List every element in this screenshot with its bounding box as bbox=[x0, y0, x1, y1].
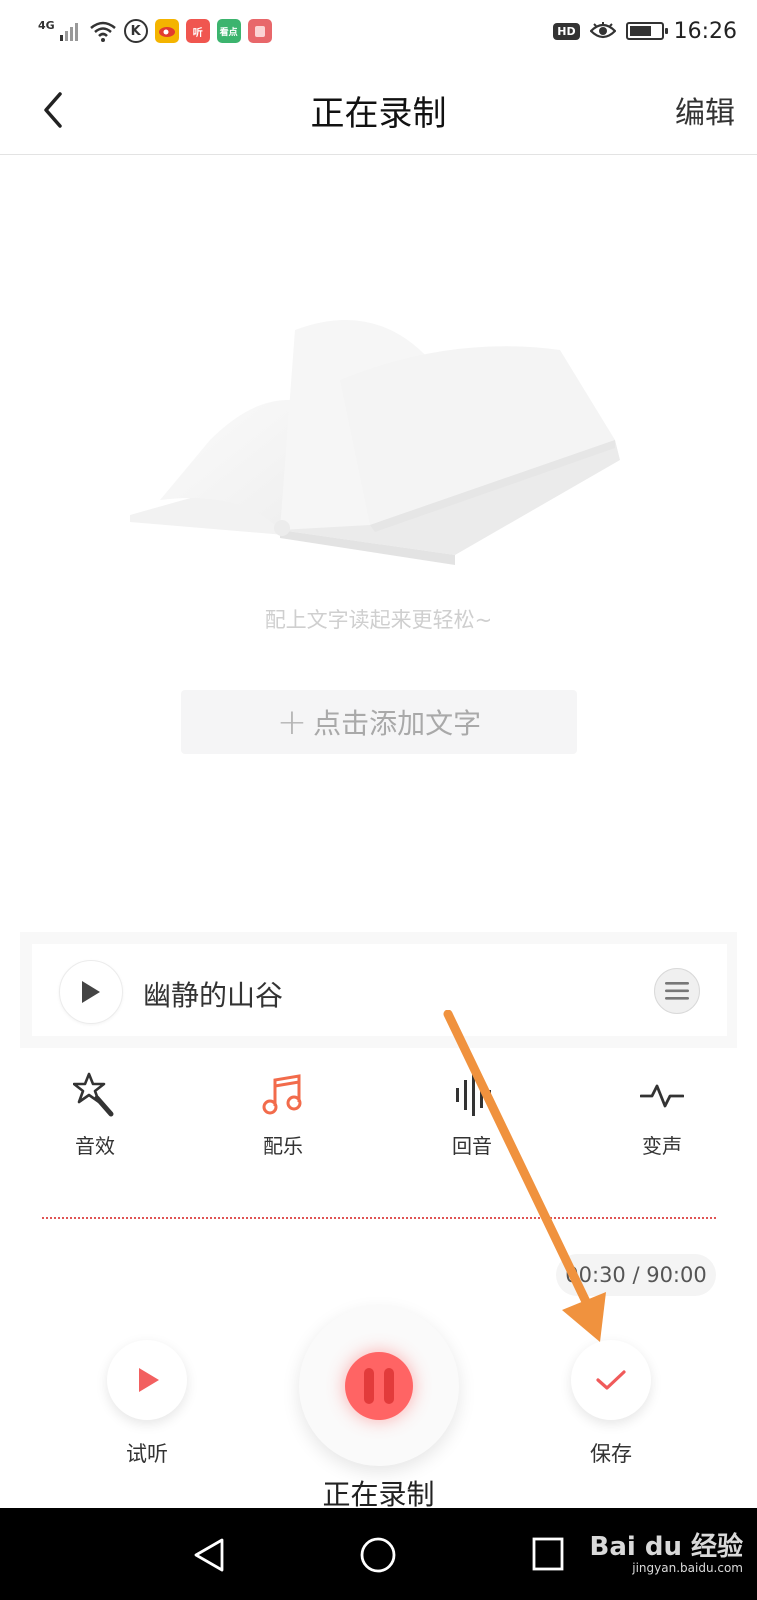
music-name: 幽静的山谷 bbox=[143, 979, 284, 1012]
music-menu-button[interactable] bbox=[654, 968, 700, 1014]
pause-bar-left bbox=[364, 1368, 374, 1404]
add-text-button[interactable]: + 点击添加文字 bbox=[181, 690, 577, 754]
tool-music[interactable]: 配乐 bbox=[228, 1072, 338, 1159]
pause-bar-right bbox=[384, 1368, 394, 1404]
annotation-arrow bbox=[443, 1010, 606, 1342]
page-title: 正在录制 bbox=[310, 94, 447, 134]
system-navigation-bar: Bai du 经验 jingyan.baidu.com bbox=[0, 1508, 757, 1600]
save-label: 保存 bbox=[590, 1442, 632, 1466]
hd-badge: HD bbox=[553, 22, 580, 40]
listen-button[interactable] bbox=[107, 1340, 187, 1420]
signal-icon bbox=[59, 23, 78, 41]
battery-icon bbox=[625, 22, 668, 40]
play-icon bbox=[139, 1368, 159, 1392]
baidu-jingyan-watermark: Bai du 经验 jingyan.baidu.com bbox=[590, 1526, 744, 1575]
status-left: 4G K 听 看点 bbox=[38, 14, 272, 48]
tool-label: 配乐 bbox=[263, 1134, 303, 1158]
watermark-url: jingyan.baidu.com bbox=[632, 1561, 743, 1575]
music-note-icon bbox=[262, 1074, 302, 1115]
pause-icon bbox=[345, 1352, 413, 1420]
status-bar: 4G K 听 看点 HD 16:26 bbox=[0, 0, 757, 64]
tool-label: 变声 bbox=[642, 1134, 682, 1158]
k-app-icon: K bbox=[123, 19, 148, 43]
tool-label: 音效 bbox=[75, 1134, 115, 1158]
open-book-illustration bbox=[130, 320, 620, 565]
status-time: 16:26 bbox=[673, 18, 737, 44]
nav-back-icon[interactable] bbox=[192, 1536, 228, 1574]
nav-recents-icon[interactable] bbox=[531, 1536, 565, 1572]
app-red-icon bbox=[247, 19, 272, 43]
play-icon bbox=[82, 981, 100, 1003]
magic-wand-icon bbox=[73, 1072, 114, 1117]
save-button[interactable] bbox=[571, 1340, 651, 1420]
pulse-icon bbox=[640, 1084, 684, 1108]
add-text-label: 点击添加文字 bbox=[313, 707, 482, 740]
kandian-icon: 看点 bbox=[216, 19, 241, 43]
watermark-logo: Bai du 经验 bbox=[589, 1532, 744, 1562]
music-card bbox=[32, 944, 727, 1036]
checkmark-icon bbox=[596, 1370, 626, 1390]
listen-label: 试听 bbox=[126, 1442, 168, 1466]
battery-level-fill bbox=[629, 26, 651, 36]
network-type-label: 4G bbox=[38, 18, 55, 32]
wifi-icon bbox=[89, 21, 116, 42]
menu-icon bbox=[665, 982, 689, 1000]
nav-home-icon[interactable] bbox=[359, 1536, 397, 1574]
recording-status-label: 正在录制 bbox=[322, 1478, 435, 1511]
ting-icon: 听 bbox=[185, 19, 210, 43]
header: 正在录制 编辑 bbox=[0, 64, 757, 155]
record-pause-button[interactable] bbox=[299, 1306, 459, 1466]
edit-button[interactable]: 编辑 bbox=[675, 88, 735, 132]
eye-icon bbox=[589, 22, 616, 39]
music-play-button[interactable] bbox=[59, 960, 123, 1024]
empty-hint: 配上文字读起来更轻松~ bbox=[264, 608, 493, 632]
status-right: HD 16:26 bbox=[553, 14, 737, 48]
tool-sound-effect[interactable]: 音效 bbox=[40, 1072, 150, 1159]
plus-icon: + bbox=[276, 701, 308, 743]
tool-voice-change[interactable]: 变声 bbox=[607, 1072, 717, 1159]
weibo-icon bbox=[154, 19, 179, 43]
